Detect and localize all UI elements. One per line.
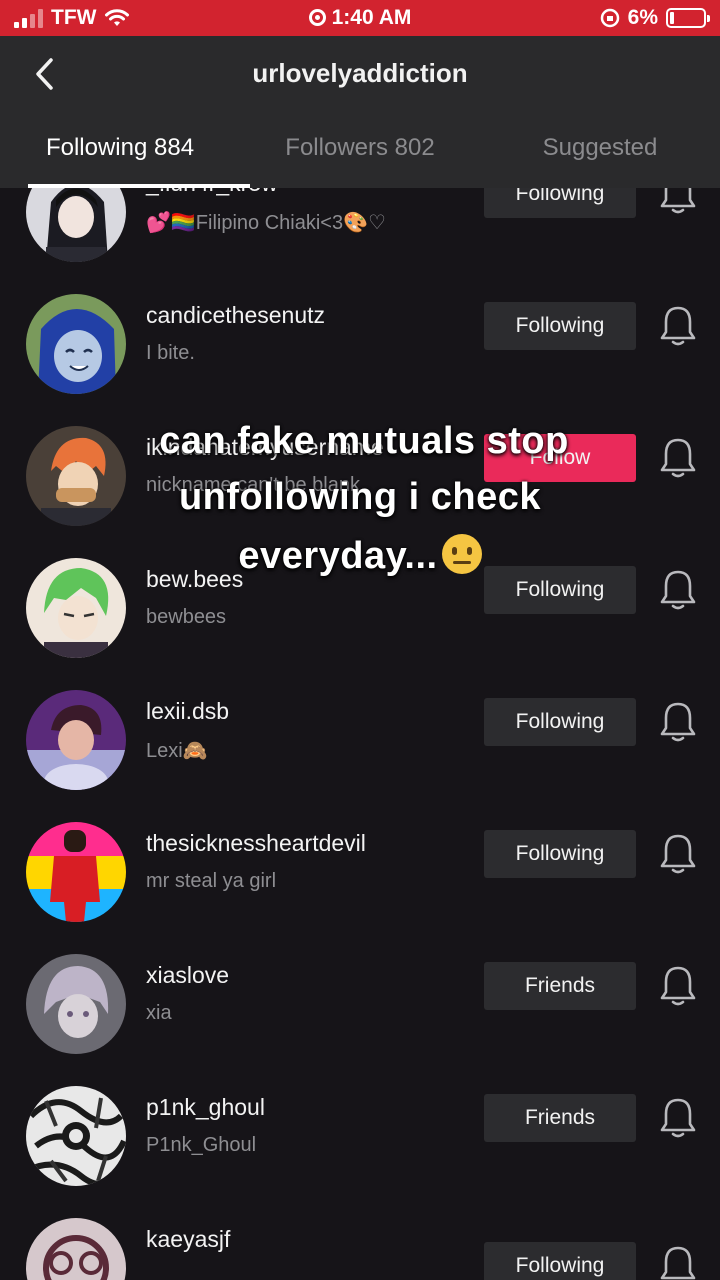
time-label: 1:40 AM	[331, 6, 412, 29]
battery-percent: 6%	[627, 6, 658, 29]
avatar[interactable]	[26, 1086, 126, 1186]
username[interactable]: xiaslove	[146, 962, 229, 989]
avatar[interactable]	[26, 690, 126, 790]
friends-button[interactable]: Friends	[484, 962, 636, 1010]
username[interactable]: kaeyasjf	[146, 1226, 230, 1253]
user-bio: bewbees	[146, 606, 227, 628]
user-bio: Lexi🙈	[146, 740, 208, 762]
list-item[interactable]: thesicknessheartdevil mr steal ya girl F…	[0, 806, 720, 938]
status-right: 6%	[600, 6, 710, 30]
bell-icon[interactable]	[658, 188, 698, 216]
orientation-lock-icon	[600, 8, 619, 28]
bell-icon[interactable]	[658, 1244, 698, 1280]
caption-line-3-text: everyday...	[238, 535, 438, 577]
header: urlovelyaddiction Following 884 Follower…	[0, 36, 720, 188]
tab-following[interactable]: Following 884	[0, 132, 250, 188]
page-title: urlovelyaddiction	[252, 58, 468, 88]
caption-line-2-text: unfollowing i check	[178, 476, 542, 518]
video-caption-line-3: everyday...	[0, 534, 720, 578]
user-bio: 💕🏳️‍🌈Filipino Chiaki<3🎨♡	[146, 212, 386, 234]
battery-icon	[666, 8, 710, 28]
tab-bar: Following 884 Followers 802 Suggested	[0, 132, 720, 188]
avatar[interactable]	[26, 1218, 126, 1280]
tab-followers[interactable]: Followers 802	[240, 132, 480, 188]
username[interactable]: lexii.dsb	[146, 698, 229, 725]
avatar[interactable]	[26, 954, 126, 1054]
neutral-face-icon	[441, 534, 482, 574]
tab-suggested[interactable]: Suggested	[480, 132, 720, 188]
username[interactable]: thesicknessheartdevil	[146, 830, 366, 857]
following-button[interactable]: Following	[484, 830, 636, 878]
bell-icon[interactable]	[658, 832, 698, 876]
status-bar: TFW 1:40 AM 6%	[0, 0, 720, 36]
following-list: _.lun4r_kr3w 💕🏳️‍🌈Filipino Chiaki<3🎨♡ Fo…	[0, 188, 720, 1280]
list-item[interactable]: p1nk_ghoul P1nk_Ghoul Friends	[0, 1070, 720, 1202]
friends-button[interactable]: Friends	[484, 1094, 636, 1142]
bell-icon[interactable]	[658, 1096, 698, 1140]
avatar[interactable]	[26, 188, 126, 262]
list-item[interactable]: lexii.dsb Lexi🙈 Following	[0, 674, 720, 806]
list-item[interactable]: _.lun4r_kr3w 💕🏳️‍🌈Filipino Chiaki<3🎨♡ Fo…	[0, 188, 720, 278]
avatar[interactable]	[26, 294, 126, 394]
bell-icon[interactable]	[658, 304, 698, 348]
video-caption-line-1: can fake mutuals stop	[159, 420, 569, 462]
list-item[interactable]: kaeyasjf Following	[0, 1202, 720, 1280]
alarm-icon	[308, 9, 326, 26]
following-button[interactable]: Following	[484, 698, 636, 746]
username[interactable]: candicethesenutz	[146, 302, 325, 329]
user-bio: xia	[146, 1002, 172, 1024]
username[interactable]: _.lun4r_kr3w	[146, 188, 278, 197]
list-item[interactable]: xiaslove xia Friends	[0, 938, 720, 1070]
following-button[interactable]: Following	[484, 302, 636, 350]
following-button[interactable]: Following	[484, 188, 636, 218]
user-bio: P1nk_Ghoul	[146, 1134, 257, 1156]
video-caption-line-2: unfollowing i check	[0, 476, 720, 519]
avatar[interactable]	[26, 822, 126, 922]
bell-icon[interactable]	[658, 964, 698, 1008]
user-bio: I bite.	[146, 342, 195, 364]
list-item[interactable]: candicethesenutz I bite. Following	[0, 278, 720, 410]
user-bio: mr steal ya girl	[146, 870, 277, 892]
username[interactable]: p1nk_ghoul	[146, 1094, 265, 1121]
bell-icon[interactable]	[658, 700, 698, 744]
following-button[interactable]: Following	[484, 1242, 636, 1280]
